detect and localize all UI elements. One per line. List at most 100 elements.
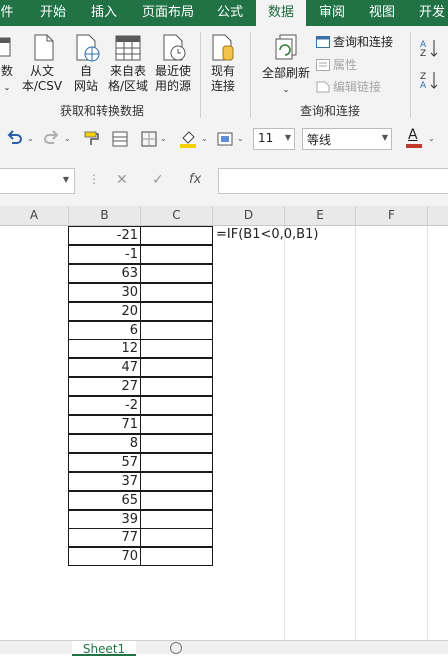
from-text-csv-button[interactable]: 从文 本/CSV — [20, 32, 64, 94]
redo-dropdown-icon[interactable]: ⌄ — [64, 134, 71, 143]
formula-input[interactable] — [218, 168, 448, 194]
cell-style-icon[interactable] — [215, 129, 235, 149]
column-header-c[interactable]: C — [141, 206, 213, 225]
sort-ascending-icon[interactable]: AZ — [420, 38, 440, 58]
web-file-icon — [76, 34, 100, 62]
existing-connections-button[interactable]: 现有 连接 — [204, 32, 242, 94]
tab-page-layout[interactable]: 页面布局 — [136, 0, 200, 26]
cell-b1[interactable]: -21 — [68, 226, 141, 245]
properties-icon — [316, 59, 330, 71]
cell-b5[interactable]: 20 — [68, 302, 141, 321]
cell-b17[interactable]: 77 — [68, 528, 141, 547]
from-table-range-button[interactable]: 来自表 格/区域 — [106, 32, 150, 94]
column-header-d[interactable]: D — [213, 206, 285, 225]
fill-color-dropdown-icon[interactable]: ⌄ — [201, 134, 208, 143]
recent-sources-button[interactable]: 最近使 用的源 — [152, 32, 194, 94]
cell-b2[interactable]: -1 — [68, 245, 141, 264]
cell-c11[interactable] — [140, 415, 213, 434]
fill-color-icon[interactable] — [178, 129, 198, 149]
font-name-select[interactable]: 等线 ▼ — [302, 128, 392, 150]
sheet-tab[interactable]: Sheet1 — [72, 641, 136, 656]
cell-b4[interactable]: 30 — [68, 283, 141, 302]
column-header-b[interactable]: B — [69, 206, 141, 225]
cell-b9[interactable]: 27 — [68, 377, 141, 396]
ribbon-tab-bar: 件 开始 插入 页面布局 公式 数据 审阅 视图 开发 — [0, 0, 448, 26]
queries-connections-button[interactable]: 查询和连接 — [316, 33, 393, 51]
add-sheet-icon[interactable] — [170, 642, 182, 654]
cell-c3[interactable] — [140, 264, 213, 283]
cell-b10[interactable]: -2 — [68, 396, 141, 415]
tab-review[interactable]: 审阅 — [310, 0, 354, 26]
borders-icon[interactable] — [139, 129, 159, 149]
confirm-icon[interactable]: ✓ — [152, 172, 164, 188]
insert-function-icon[interactable]: fx — [189, 172, 201, 187]
tab-view[interactable]: 视图 — [360, 0, 404, 26]
cell-c5[interactable] — [140, 302, 213, 321]
cell-c16[interactable] — [140, 510, 213, 529]
cell-c1[interactable] — [140, 226, 213, 245]
refresh-all-button[interactable]: 全部刷新 ⌄ — [258, 32, 314, 97]
cell-b12[interactable]: 8 — [68, 434, 141, 453]
worksheet-grid[interactable]: -21 -1 63 30 20 6 12 47 27 -2 71 8 57 37 65 39 77 70 =IF(… — [0, 226, 448, 640]
cell-c15[interactable] — [140, 491, 213, 510]
cell-c17[interactable] — [140, 528, 213, 547]
cell-c12[interactable] — [140, 434, 213, 453]
cell-d1[interactable]: =IF(B1<0,0,B1) — [216, 227, 318, 242]
tab-formulas[interactable]: 公式 — [208, 0, 252, 26]
cell-b3[interactable]: 63 — [68, 264, 141, 283]
font-size-value: 11 — [258, 131, 274, 145]
properties-button[interactable]: 属性 — [316, 56, 357, 74]
column-header-e[interactable]: E — [285, 206, 356, 225]
undo-dropdown-icon[interactable]: ⌄ — [27, 134, 34, 143]
cell-b13[interactable]: 57 — [68, 453, 141, 472]
cell-b6[interactable]: 6 — [68, 321, 141, 340]
font-size-select[interactable]: 11 ▼ — [253, 128, 295, 150]
cell-c10[interactable] — [140, 396, 213, 415]
cell-c18[interactable] — [140, 547, 213, 566]
font-color-swatch — [406, 144, 422, 148]
cell-b16[interactable]: 39 — [68, 510, 141, 529]
format-painter-icon[interactable] — [82, 129, 102, 149]
column-header-f[interactable]: F — [356, 206, 428, 225]
properties-label: 属性 — [333, 58, 358, 72]
tab-home[interactable]: 开始 — [28, 0, 78, 26]
borders-dropdown-icon[interactable]: ⌄ — [160, 134, 167, 143]
cell-b14[interactable]: 37 — [68, 472, 141, 491]
cell-c6[interactable] — [140, 321, 213, 340]
queries-icon — [316, 36, 330, 48]
tab-file[interactable]: 件 — [0, 0, 18, 26]
table-icon — [115, 35, 141, 61]
from-web-button[interactable]: 自 网站 — [66, 32, 106, 94]
get-data-button[interactable]: 数 ⌄ — [0, 32, 18, 95]
tab-developer[interactable]: 开发 — [410, 0, 448, 26]
cell-c9[interactable] — [140, 377, 213, 396]
cell-b7[interactable]: 12 — [68, 339, 141, 358]
column-header-a[interactable]: A — [0, 206, 69, 225]
print-preview-icon[interactable] — [110, 129, 130, 149]
cell-c8[interactable] — [140, 358, 213, 377]
cell-c4[interactable] — [140, 283, 213, 302]
ribbon-separator — [200, 32, 201, 118]
redo-icon[interactable] — [42, 129, 62, 149]
cell-c14[interactable] — [140, 472, 213, 491]
cell-b8[interactable]: 47 — [68, 358, 141, 377]
tab-data[interactable]: 数据 — [256, 0, 306, 26]
cell-c13[interactable] — [140, 453, 213, 472]
font-color-dropdown-icon[interactable]: ⌄ — [428, 134, 435, 143]
column-header-g[interactable] — [428, 206, 448, 225]
cell-style-dropdown-icon[interactable]: ⌄ — [237, 134, 244, 143]
name-box[interactable]: ▼ — [0, 168, 75, 194]
tab-insert[interactable]: 插入 — [82, 0, 126, 26]
sort-descending-icon[interactable]: ZA — [420, 70, 440, 90]
cell-c7[interactable] — [140, 339, 213, 358]
cell-b18[interactable]: 70 — [68, 547, 141, 566]
cancel-icon[interactable]: ✕ — [116, 172, 128, 188]
existing-connections-label-1: 现有 — [210, 64, 235, 78]
from-text-label-2: 本/CSV — [21, 79, 63, 93]
cell-b11[interactable]: 71 — [68, 415, 141, 434]
font-color-button[interactable]: A — [404, 127, 424, 151]
edit-links-button[interactable]: 编辑链接 — [316, 78, 381, 96]
cell-c2[interactable] — [140, 245, 213, 264]
cell-b15[interactable]: 65 — [68, 491, 141, 510]
undo-icon[interactable] — [4, 129, 24, 149]
